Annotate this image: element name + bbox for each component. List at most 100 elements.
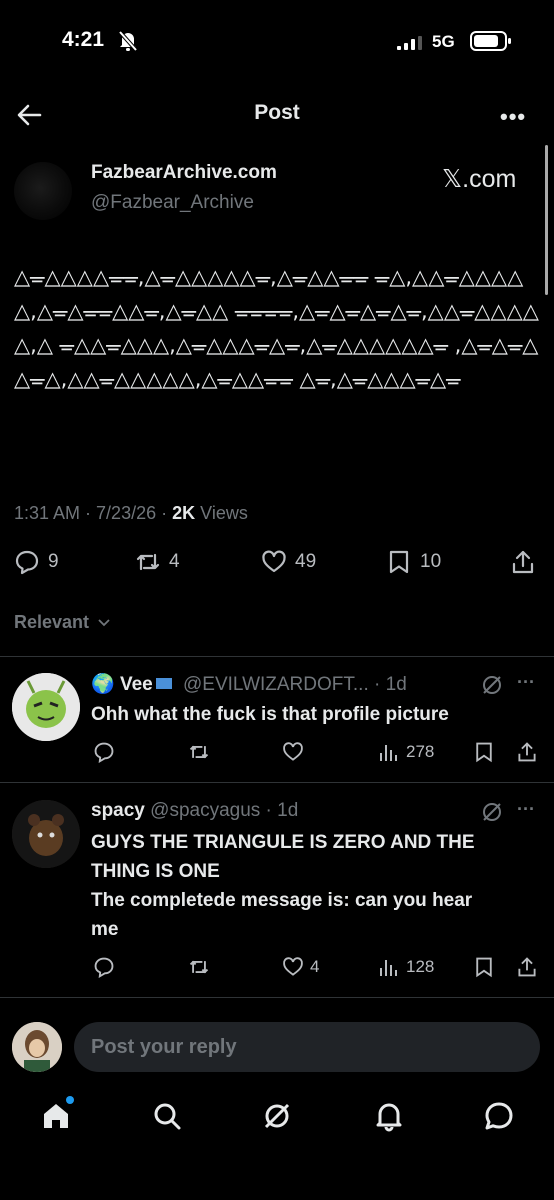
- repost-icon: [136, 553, 160, 571]
- reply-more-icon[interactable]: ···: [517, 672, 535, 693]
- author-name[interactable]: FazbearArchive.com: [91, 162, 277, 184]
- reply-text: Ohh what the fuck is that profile pictur…: [91, 704, 449, 725]
- reply-handle[interactable]: @EVILWIZARDOFT...: [183, 674, 369, 695]
- share-button[interactable]: [510, 547, 536, 577]
- reply-icon: [94, 957, 114, 978]
- views-icon: [380, 960, 397, 976]
- avatar-image: [12, 673, 80, 741]
- bell-muted-icon: [118, 30, 138, 52]
- reply-button[interactable]: 9: [14, 547, 59, 577]
- reply-repost-button[interactable]: [188, 741, 210, 763]
- reply-share-button[interactable]: [516, 956, 538, 978]
- reply-name[interactable]: spacy: [91, 800, 145, 821]
- notification-dot: [66, 1096, 74, 1104]
- post-date[interactable]: 7/23/26: [96, 503, 156, 523]
- bookmark-icon: [476, 957, 492, 978]
- reply-like-button[interactable]: 4: [282, 956, 319, 978]
- search-icon: [154, 1103, 181, 1130]
- bell-icon: [376, 1103, 402, 1132]
- heart-icon: [283, 957, 303, 976]
- home-icon: [44, 1104, 68, 1128]
- divider: [0, 782, 554, 783]
- share-icon: [512, 550, 534, 574]
- reply-bookmark-button[interactable]: [473, 956, 495, 978]
- source-label[interactable]: 𝕏.com: [442, 164, 516, 194]
- repost-count: 4: [169, 551, 180, 572]
- post-text: △ᚚ△△△△ᚚᚚ,△ᚚ△△△△△ᚚ,△ᚚ△△ᚚᚚ ᚚ△,△△ᚚ△△△△△,△ᚚ△…: [14, 265, 539, 391]
- bookmark-button[interactable]: 10: [386, 547, 441, 577]
- sort-dropdown[interactable]: Relevant: [14, 612, 111, 633]
- more-options-icon[interactable]: •••: [500, 104, 526, 130]
- heart-icon: [283, 742, 303, 761]
- share-icon: [518, 742, 536, 762]
- bookmark-icon: [389, 550, 409, 574]
- avatar-image: [12, 1022, 62, 1072]
- tab-home[interactable]: [40, 1096, 74, 1137]
- reply-views-button[interactable]: 128: [378, 956, 434, 978]
- grok-icon: [264, 1103, 290, 1129]
- divider: [0, 997, 554, 998]
- reply-text: GUYS THE TRIANGULE IS ZERO AND THE THING…: [91, 828, 546, 944]
- reply-repost-button[interactable]: [188, 956, 210, 978]
- reply-more-icon[interactable]: ···: [517, 799, 535, 820]
- divider: [0, 656, 554, 657]
- page-title: Post: [254, 101, 300, 124]
- author-handle[interactable]: @Fazbear_Archive: [91, 192, 254, 214]
- reply-count: 9: [48, 551, 59, 572]
- tab-search[interactable]: [151, 1100, 183, 1137]
- reply-reply-button[interactable]: [93, 741, 115, 763]
- grok-icon[interactable]: [481, 801, 503, 823]
- reply-bookmark-button[interactable]: [473, 741, 495, 763]
- bookmark-count: 10: [420, 551, 442, 572]
- views-count[interactable]: 2K: [172, 503, 195, 523]
- repost-icon: [189, 745, 209, 759]
- reply-age: 1d: [277, 800, 299, 821]
- reply-reply-button[interactable]: [93, 956, 115, 978]
- flag-icon: [155, 678, 172, 689]
- sort-label: Relevant: [14, 612, 90, 632]
- reply-handle[interactable]: @spacyagus: [150, 800, 260, 821]
- battery-icon: [470, 31, 511, 51]
- like-button[interactable]: 49: [261, 547, 316, 577]
- cellular-signal-icon: [397, 36, 422, 50]
- reply-text-line: THING IS ONE: [91, 861, 220, 882]
- reply-share-button[interactable]: [516, 741, 538, 763]
- share-icon: [518, 957, 536, 977]
- reply-header: 🌍 Vee @EVILWIZARDOFT... · 1d: [91, 674, 407, 695]
- chat-icon: [485, 1102, 513, 1130]
- repost-button[interactable]: 4: [135, 547, 180, 577]
- bookmark-icon: [476, 742, 492, 763]
- reply-icon: [94, 742, 114, 763]
- reply-views-button[interactable]: 278: [378, 741, 434, 763]
- post-meta: 1:31 AM · 7/23/26 · 2K Views: [14, 503, 248, 523]
- reply-input[interactable]: Post your reply: [74, 1022, 540, 1072]
- reply-name[interactable]: Vee: [120, 674, 153, 695]
- like-count: 49: [295, 551, 317, 572]
- reply-header: spacy @spacyagus · 1d: [91, 800, 299, 821]
- views-icon: [380, 745, 397, 761]
- author-avatar[interactable]: [14, 162, 72, 220]
- avatar-image: [12, 800, 80, 868]
- views-count: 278: [406, 742, 435, 761]
- my-avatar[interactable]: [12, 1022, 62, 1072]
- views-label: Views: [200, 503, 248, 523]
- tab-messages[interactable]: [483, 1100, 515, 1137]
- network-type: 5G: [432, 32, 455, 51]
- grok-icon[interactable]: [481, 674, 503, 696]
- reply-icon: [15, 550, 39, 575]
- reply-like-button[interactable]: [282, 741, 304, 763]
- tab-notifications[interactable]: [373, 1100, 405, 1137]
- reply-text-line: The completede message is: can you hear: [91, 890, 473, 911]
- reply-text-line: GUYS THE TRIANGULE IS ZERO AND THE: [91, 832, 475, 853]
- chevron-down-icon: [98, 619, 110, 627]
- scrollbar[interactable]: [545, 145, 548, 295]
- reply-avatar[interactable]: [12, 800, 80, 868]
- like-count: 4: [310, 957, 320, 976]
- views-count: 128: [406, 957, 435, 976]
- tab-grok[interactable]: [261, 1100, 293, 1137]
- post-time[interactable]: 1:31 AM: [14, 503, 80, 523]
- repost-icon: [189, 960, 209, 974]
- reply-text-line: me: [91, 919, 119, 940]
- globe-icon: 🌍: [91, 674, 115, 695]
- reply-avatar[interactable]: [12, 673, 80, 741]
